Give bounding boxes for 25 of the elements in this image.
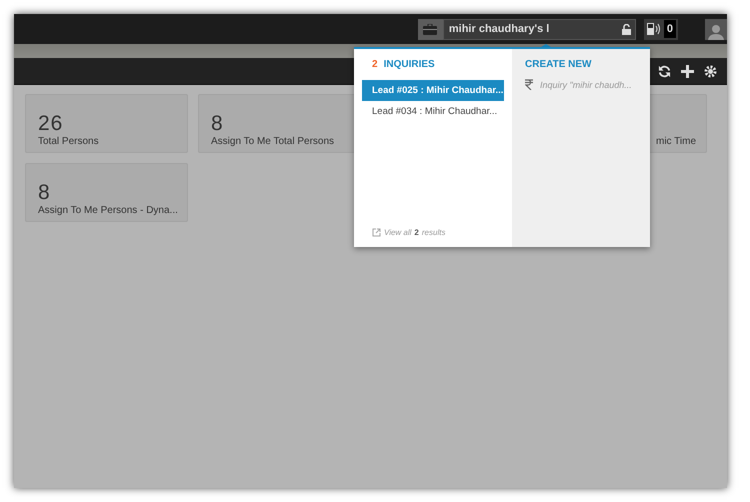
card-value: 8	[211, 114, 224, 134]
card-label: Assign To Me Persons - Dyna...	[38, 205, 178, 216]
rupee-icon	[525, 79, 533, 90]
lock-icon	[622, 24, 631, 34]
card-value: 26	[38, 114, 64, 134]
add-button[interactable]	[681, 64, 694, 78]
avatar-icon[interactable]	[705, 18, 727, 40]
inquiries-heading: INQUIRIES	[384, 59, 435, 70]
card-label: Total Persons	[38, 136, 99, 147]
card-label: mic Time	[656, 136, 696, 147]
refresh-button[interactable]	[658, 64, 671, 78]
card-label: Assign To Me Total Persons	[211, 136, 334, 147]
external-link-icon	[372, 228, 381, 237]
result-item[interactable]: Lead #034 : Mihir Chaudhar...	[362, 101, 504, 122]
result-count: 2	[372, 59, 378, 70]
result-item[interactable]: Lead #025 : Mihir Chaudhar...	[362, 80, 504, 101]
card-value: 8	[38, 183, 51, 203]
phone-icon	[646, 22, 662, 36]
search-field[interactable]: mihir chaudhary's l	[442, 18, 636, 40]
briefcase-button[interactable]	[418, 18, 443, 40]
create-new-heading: CREATE NEW	[525, 59, 592, 70]
view-all-link[interactable]: View all 2 results	[362, 228, 504, 237]
call-count: 0	[664, 20, 676, 38]
briefcase-icon	[423, 24, 438, 34]
settings-button[interactable]	[704, 64, 717, 78]
